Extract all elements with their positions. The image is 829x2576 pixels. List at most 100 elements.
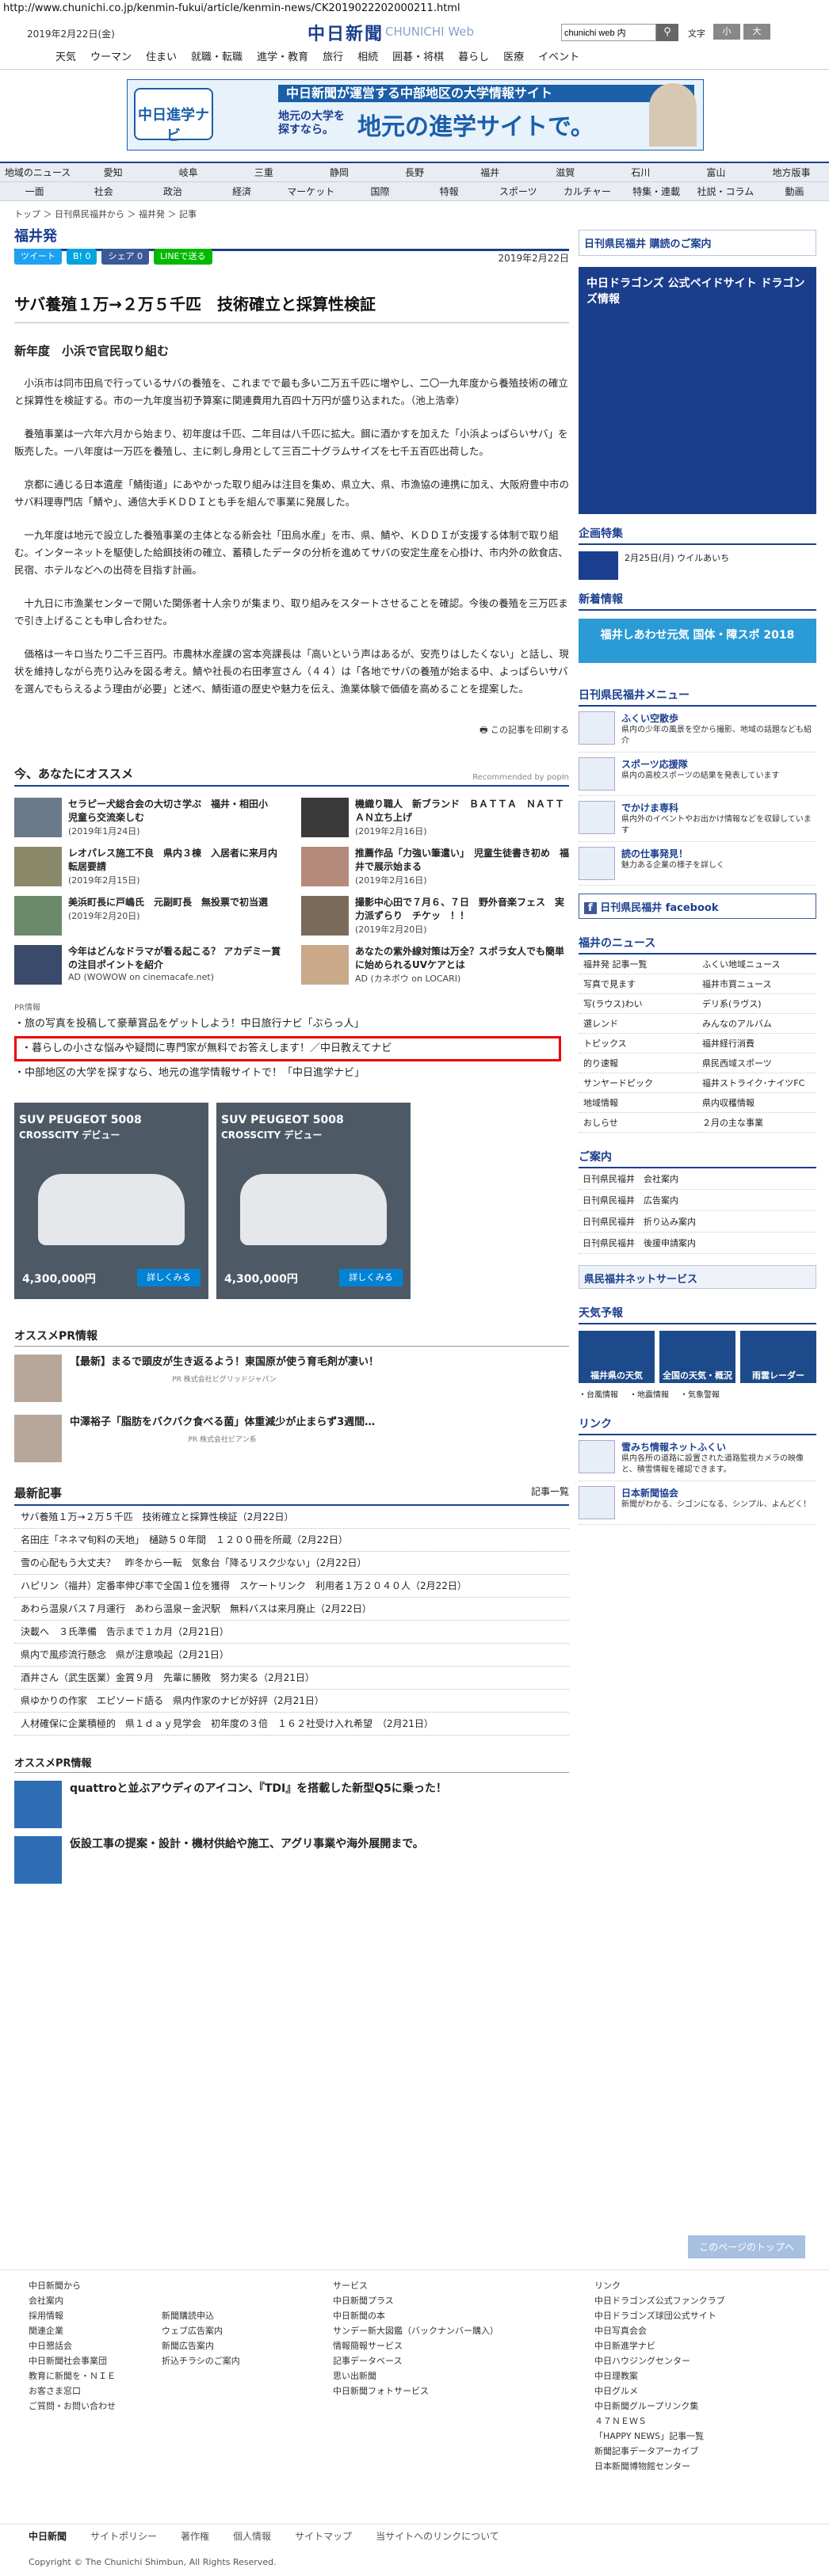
latest-article-item[interactable]: ハピリン（福井）定番率伸び率で全国１位を獲得 スケートリンク 利用者１万２０４０… xyxy=(14,1575,569,1598)
fukui-news-link[interactable]: みんなのアルバム xyxy=(697,1014,816,1034)
footer-link[interactable]: 折込チラシのご案内 xyxy=(162,2353,240,2368)
top-nav-item[interactable]: イベント xyxy=(538,49,579,69)
section-nav-item[interactable]: 政治 xyxy=(138,182,207,200)
footer-link[interactable]: 中日新聞グループリンク集 xyxy=(594,2399,725,2414)
footer-link[interactable]: 日本新聞博物館センター xyxy=(594,2459,725,2474)
footer-link[interactable]: 新聞記事データアーカイブ xyxy=(594,2444,725,2459)
breadcrumb[interactable]: トップ ＞ 日刊県民福井から ＞ 福井発 ＞ 記事 xyxy=(14,208,829,220)
footer-bar-link[interactable]: 著作権 xyxy=(181,2529,209,2543)
footer-link[interactable]: サンデー新大図鑑（バックナンバー購入） xyxy=(333,2323,499,2338)
section-nav-item[interactable]: 社会 xyxy=(69,182,138,200)
latest-article-item[interactable]: 雪の心配もう大丈夫？ 昨冬から一転 気象台「降るリスク少ない」（2月22日） xyxy=(14,1552,569,1575)
fukui-news-link[interactable]: 地域情報 xyxy=(579,1093,697,1113)
top-nav-item[interactable]: 暮らし xyxy=(458,49,489,69)
fukui-news-link[interactable]: 的り速報 xyxy=(579,1054,697,1073)
footer-link[interactable]: 中日写真会会 xyxy=(594,2323,725,2338)
footer-link[interactable]: ４７ＮＥＷＳ xyxy=(594,2414,725,2429)
kenmin-menu-item[interactable]: 読の仕事発見！ 魅力ある企業の様子を詳しく xyxy=(579,842,816,886)
latest-article-item[interactable]: 県ゆかりの作家 エピソード語る 県内作家のナビが好評（2月21日） xyxy=(14,1690,569,1713)
section-nav-item[interactable]: 経済 xyxy=(208,182,277,200)
fukui-news-link[interactable]: 福井ストライク･ナイツFC xyxy=(697,1073,816,1093)
top-nav-item[interactable]: 医療 xyxy=(503,49,524,69)
ad-banner-shingaku[interactable]: 中日進学ナビ 中日新聞が運営する中部地区の大学情報サイト 地元の大学を探すなら。… xyxy=(127,79,704,151)
pr-link[interactable]: ・旅の写真を投稿して豪華賞品をゲットしよう！中日旅行ナビ「ぶらっ人」 xyxy=(14,1016,569,1033)
region-nav-item[interactable]: 滋賀 xyxy=(528,163,603,181)
fukui-news-link[interactable]: デリ系(ラヴス) xyxy=(697,994,816,1014)
region-nav-item[interactable]: 岐阜 xyxy=(151,163,226,181)
top-nav-item[interactable]: 旅行 xyxy=(323,49,343,69)
kikaku-item[interactable]: 2月25日(月) ウイルあいち xyxy=(579,551,816,580)
fukui-news-link[interactable]: 福井発 記事一覧 xyxy=(579,955,697,974)
footer-bar-link[interactable]: 当サイトへのリンクについて xyxy=(376,2529,499,2543)
latest-article-item[interactable]: 名田庄「ネネマ旬料の天地」 樋跡５０年間 １２００冊を所蔵（2月22日） xyxy=(14,1529,569,1552)
kenmin-menu-item[interactable]: ふくい空散歩 県内の少年の風景を空から撮影、地域の話題なども紹介 xyxy=(579,707,816,753)
fukui-news-link[interactable]: サンヤードピック xyxy=(579,1073,697,1093)
annai-link[interactable]: 日刊県民福井 後援申請案内 xyxy=(579,1233,816,1254)
kokutai-banner[interactable]: 福井しあわせ元気 国体・障スポ 2018 xyxy=(579,619,816,663)
section-nav-item[interactable]: スポーツ xyxy=(483,182,552,200)
footer-link[interactable]: 中日ドラゴンズ球団公式サイト xyxy=(594,2308,725,2323)
annai-link[interactable]: 日刊県民福井 会社案内 xyxy=(579,1168,816,1190)
recommend-item[interactable]: 機織り職人 新ブランド ＢＡＴＴＡ ＮＡＴＴＡＮ立ち上げ (2019年2月16日) xyxy=(301,798,569,837)
region-nav-item[interactable]: 愛知 xyxy=(75,163,151,181)
footer-link[interactable]: 中日新聞社会事業団 xyxy=(29,2353,116,2368)
region-nav-item[interactable]: 長野 xyxy=(376,163,452,181)
footer-link[interactable]: 中日新聞の本 xyxy=(333,2308,499,2323)
weather-sub-link[interactable]: ・地震情報 xyxy=(629,1388,669,1400)
footer-bar-link[interactable]: 中日新聞 xyxy=(29,2529,67,2543)
recommend-item[interactable]: 美浜町長に戸嶋氏 元副町長 無投票で初当選 (2019年2月20日) xyxy=(14,896,282,936)
site-logo[interactable]: 中日新聞 xyxy=(308,20,384,45)
top-nav-item[interactable]: 相続 xyxy=(357,49,378,69)
footer-link[interactable]: 関連企業 xyxy=(29,2323,116,2338)
top-nav-item[interactable]: 就職・転職 xyxy=(191,49,243,69)
section-nav-item[interactable]: 特集・連載 xyxy=(622,182,691,200)
fukui-news-link[interactable]: 福井経行消費 xyxy=(697,1034,816,1054)
latest-more-link[interactable]: 記事一覧 xyxy=(531,1484,569,1498)
pr-link[interactable]: ・中部地区の大学を探すなら、地元の進学情報サイトで！「中日進学ナビ」 xyxy=(14,1065,569,1082)
side-link-item[interactable]: 日本新聞協会 新聞がわかる、シゴンになる、シンプル、よんどく！ xyxy=(579,1481,816,1525)
fukui-news-link[interactable]: ２月の主な事業 xyxy=(697,1113,816,1133)
top-nav-item[interactable]: 進学・教育 xyxy=(257,49,308,69)
footer-link[interactable]: 中日新聞フォトサービス xyxy=(333,2384,499,2399)
peugeot-ad[interactable]: SUV PEUGEOT 5008 CROSSCITY デビュー 4,300,000円… xyxy=(216,1103,411,1299)
line-share-button[interactable]: LINEで送る xyxy=(153,249,212,265)
section-nav-item[interactable]: マーケット xyxy=(277,182,346,200)
region-nav-item[interactable]: 静岡 xyxy=(301,163,376,181)
pr-info-item[interactable]: 中澤裕子「脂肪をバクバク食べる菌」体重減少が止まらず3週間… PR 株式会社ビアン… xyxy=(14,1415,569,1467)
annai-link[interactable]: 日刊県民福井 広告案内 xyxy=(579,1190,816,1211)
footer-link[interactable]: 「HAPPY NEWS」記事一覧 xyxy=(594,2429,725,2444)
footer-link[interactable]: 採用情報 xyxy=(29,2308,116,2323)
side-link-item[interactable]: 雪みち情報ネットふくい 県内各所の道路に設置された道路監視カメラの映像と、積雪情報… xyxy=(579,1435,816,1481)
fukui-news-link[interactable]: 写真で見ます xyxy=(579,974,697,994)
recommend-item[interactable]: 今年はどんなドラマが看る起こる？ アカデミー賞の注目ポイントを紹介 AD (WOW… xyxy=(14,945,282,985)
footer-link[interactable]: お客さま窓口 xyxy=(29,2384,116,2399)
facebook-link[interactable]: f 日刊県民福井 facebook xyxy=(579,894,816,919)
fukui-news-link[interactable]: 県民西域スポーツ xyxy=(697,1054,816,1073)
footer-link[interactable]: ウェブ広告案内 xyxy=(162,2323,240,2338)
peugeot-ad[interactable]: SUV PEUGEOT 5008 CROSSCITY デビュー 4,300,000円… xyxy=(14,1103,208,1299)
latest-article-item[interactable]: 決載へ ３氏準備 告示まで１カ月（2月21日） xyxy=(14,1621,569,1644)
recommend-item[interactable]: 撮影中心田で７月６、７日 野外音楽フェス 実力派ずらり チケッ ！！ (2019年… xyxy=(301,896,569,936)
fukui-news-link[interactable]: トピックス xyxy=(579,1034,697,1054)
footer-link[interactable]: 中日グルメ xyxy=(594,2384,725,2399)
print-link[interactable]: 🖶 この記事を印刷する xyxy=(14,723,569,738)
dragons-ad[interactable]: 中日ドラゴンズ 公式ペイドサイト ドラゴンズ情報 xyxy=(579,267,816,514)
search-icon[interactable]: ⚲ xyxy=(656,24,678,41)
recommend-item[interactable]: 推薦作品「力強い筆遣い」 児童生徒書き初め 福井で展示始まる (2019年2月16… xyxy=(301,847,569,886)
region-nav-item[interactable]: 地方版事 xyxy=(754,163,829,181)
font-small-button[interactable]: 小 xyxy=(713,24,740,40)
footer-link[interactable]: 思い出新聞 xyxy=(333,2368,499,2384)
footer-link[interactable]: 中日ハウジングセンター xyxy=(594,2353,725,2368)
footer-link[interactable]: 会社案内 xyxy=(29,2293,116,2308)
region-nav-item[interactable]: 福井 xyxy=(453,163,528,181)
footer-link[interactable]: 教育に新聞を・ＮＩＥ xyxy=(29,2368,116,2384)
fukui-news-link[interactable]: 福井市買ニュース xyxy=(697,974,816,994)
latest-article-item[interactable]: サバ養殖１万→２万５千匹 技術確立と採算性検証（2月22日） xyxy=(14,1506,569,1529)
weather-sub-link[interactable]: ・気象警報 xyxy=(680,1388,720,1400)
recommend-item[interactable]: セラピー犬総合会の大切さ学ぶ 福井・相田小 児童ら交流楽しむ (2019年1月24… xyxy=(14,798,282,837)
pr-info2-item[interactable]: 仮設工事の提案・設計・機材供給や施工、アグリ事業や海外展開まで。 xyxy=(14,1836,569,1884)
ad-more-button[interactable]: 詳しくみる xyxy=(137,1269,201,1286)
net-service-banner[interactable]: 県民福井ネットサービス xyxy=(579,1265,816,1289)
section-nav-item[interactable]: カルチャー xyxy=(552,182,621,200)
latest-article-item[interactable]: 人材確保に企業積極的 県１ｄａｙ見学会 初年度の３倍 １６２社受け入れ希望 （2… xyxy=(14,1713,569,1736)
